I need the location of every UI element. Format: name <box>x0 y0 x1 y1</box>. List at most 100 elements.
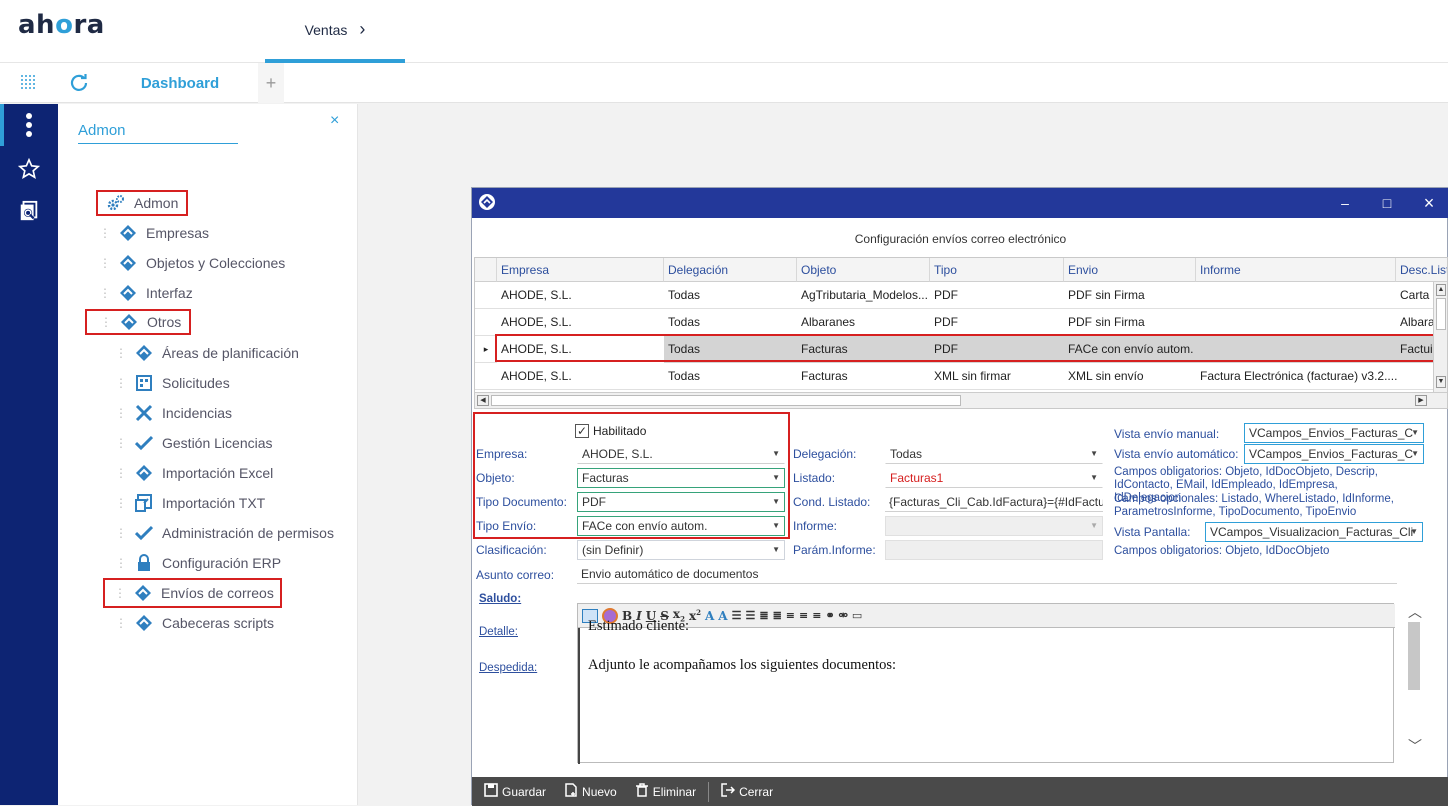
sidebar-item-admon[interactable]: Admon <box>96 190 189 216</box>
saludo-link[interactable]: Saludo: <box>479 593 521 605</box>
column-header-delegacion[interactable]: Delegación <box>664 258 797 282</box>
param-informe-input[interactable] <box>885 540 1103 560</box>
drag-handle-icon[interactable]: ⋮ <box>114 346 127 360</box>
sidebar-item-label: Otros <box>147 314 182 330</box>
guardar-button[interactable]: Guardar <box>478 777 552 806</box>
column-header-objeto[interactable]: Objeto <box>797 258 930 282</box>
chevron-down-icon[interactable]: ﹀ <box>1408 736 1422 756</box>
drag-handle-icon[interactable]: ⋮ <box>114 376 127 390</box>
gears-icon <box>106 193 126 213</box>
drag-handle-icon[interactable]: ⋮ <box>114 526 127 540</box>
sidebar-item-import-excel[interactable]: ⋮ Importación Excel <box>114 458 273 488</box>
cell: XML sin envío <box>1068 369 1144 383</box>
grid-vertical-scrollbar[interactable]: ▲ ▼ <box>1433 282 1447 392</box>
column-header-envio[interactable]: Envio <box>1064 258 1196 282</box>
close-icon[interactable]: × <box>330 112 339 130</box>
clasificacion-select[interactable]: (sin Definir) ▼ <box>577 540 785 560</box>
drag-handle-icon[interactable]: ⋮ <box>98 226 111 240</box>
more-vertical-icon[interactable] <box>0 110 58 140</box>
sidebar-item-licencias[interactable]: ⋮ Gestión Licencias <box>114 428 273 458</box>
cerrar-button[interactable]: Cerrar <box>715 777 779 806</box>
despedida-link[interactable]: Despedida: <box>479 662 537 674</box>
table-row[interactable]: AHODE, S.L. Todas AgTributaria_Modelos..… <box>475 282 1433 309</box>
delegacion-select[interactable]: Todas ▼ <box>885 444 1103 464</box>
drag-handle-icon[interactable]: ⋮ <box>114 556 127 570</box>
tab-ventas[interactable]: Ventas › <box>265 0 405 63</box>
asunto-input[interactable]: Envio automático de documentos <box>577 564 1397 584</box>
cond-listado-input[interactable]: {Facturas_Cli_Cab.IdFactura}={#IdFactur <box>885 492 1103 512</box>
tipo-envio-select[interactable]: FACe con envío autom. ▼ <box>577 516 785 536</box>
x-icon <box>134 403 154 423</box>
sidebar-item-areas[interactable]: ⋮ Áreas de planificación <box>114 338 299 368</box>
check-icon <box>134 433 154 453</box>
sidebar-item-permisos[interactable]: ⋮ Administración de permisos <box>114 518 334 548</box>
sidebar-item-objetos[interactable]: ⋮ Objetos y Colecciones <box>98 248 285 278</box>
add-tab-button[interactable]: + <box>258 63 284 103</box>
vista-manual-select[interactable]: VCampos_Envios_Facturas_C ▼ <box>1244 423 1424 443</box>
sidebar-item-otros[interactable]: ⋮ Otros <box>85 309 192 335</box>
scroll-up-icon[interactable]: ▲ <box>1436 284 1446 296</box>
drag-handle-icon[interactable]: ⋮ <box>99 315 112 329</box>
sidebar-item-cabeceras[interactable]: ⋮ Cabeceras scripts <box>114 608 274 638</box>
drag-handle-icon[interactable]: ⋮ <box>113 586 126 600</box>
chevron-down-icon: ▼ <box>1090 473 1098 482</box>
column-header-desc-listado[interactable]: Desc.List <box>1396 258 1447 282</box>
sidebar-item-incidencias[interactable]: ⋮ Incidencias <box>114 398 232 428</box>
listado-select[interactable]: Facturas1 ▼ <box>885 468 1103 488</box>
scroll-right-icon[interactable]: ▶ <box>1415 395 1427 406</box>
chevron-up-icon[interactable]: ︿ <box>1408 602 1422 622</box>
table-row[interactable]: AHODE, S.L. Todas Albaranes PDF PDF sin … <box>475 309 1433 336</box>
email-config-dialog: – □ × Configuración envíos correo electr… <box>471 187 1448 806</box>
table-row[interactable]: AHODE, S.L. Todas Facturas XML sin firma… <box>475 363 1433 390</box>
nuevo-button[interactable]: Nuevo <box>558 777 623 806</box>
editor-scrollbar[interactable]: ︿ ﹀ <box>1404 598 1424 763</box>
column-header-tipo[interactable]: Tipo <box>930 258 1064 282</box>
chevron-down-icon: ▼ <box>1411 428 1419 437</box>
sidebar-item-interfaz[interactable]: ⋮ Interfaz <box>98 278 193 308</box>
scroll-left-icon[interactable]: ◀ <box>477 395 489 406</box>
editor-body[interactable]: Estimado cliente: Adjunto le acompañamos… <box>588 618 896 674</box>
close-button[interactable]: × <box>1409 188 1448 218</box>
drag-handle-icon[interactable]: ⋮ <box>114 436 127 450</box>
ahora-icon <box>133 583 153 603</box>
drag-handle-icon[interactable]: ⋮ <box>114 496 127 510</box>
drag-handle-icon[interactable]: ⋮ <box>98 286 111 300</box>
objeto-value: Facturas <box>582 471 629 485</box>
drag-handle-icon[interactable]: ⋮ <box>114 466 127 480</box>
drag-handle-icon[interactable]: ⋮ <box>114 616 127 630</box>
sidebar-item-config-erp[interactable]: ⋮ Configuración ERP <box>114 548 281 578</box>
detalle-link[interactable]: Detalle: <box>479 626 518 638</box>
minimize-button[interactable]: – <box>1325 188 1365 218</box>
vista-pantalla-select[interactable]: VCampos_Visualizacion_Facturas_Cli ▼ <box>1205 522 1423 542</box>
table-row-selected[interactable]: ▸ AHODE, S.L. Todas Facturas PDF FACe co… <box>475 336 1433 363</box>
sidebar-item-envios-correos[interactable]: ⋮ Envíos de correos <box>103 578 282 608</box>
tab-dashboard[interactable]: Dashboard <box>100 63 260 103</box>
star-icon[interactable] <box>0 154 58 184</box>
chevron-down-icon: ▼ <box>1411 449 1419 458</box>
rich-text-editor[interactable]: B I U S x2 x2 A A ☰ ☰ ≣ ≣ ≡ ≡ ≡ ⚭ ⚮ ▭ Es… <box>577 603 1395 764</box>
sidebar-search-input[interactable]: Admon <box>78 122 238 144</box>
sidebar-item-import-txt[interactable]: ⋮ Importación TXT <box>114 488 265 518</box>
cell: PDF <box>934 315 958 329</box>
scroll-down-icon[interactable]: ▼ <box>1436 376 1446 388</box>
informe-select[interactable]: ▼ <box>885 516 1103 536</box>
dialog-titlebar[interactable]: – □ × <box>472 188 1448 218</box>
tipo-documento-select[interactable]: PDF ▼ <box>577 492 785 512</box>
vista-auto-select[interactable]: VCampos_Envios_Facturas_C ▼ <box>1244 444 1424 464</box>
ahora-logo[interactable]: ahora <box>18 10 105 40</box>
column-header-informe[interactable]: Informe <box>1196 258 1396 282</box>
sidebar-item-empresas[interactable]: ⋮ Empresas <box>98 218 209 248</box>
column-header-empresa[interactable]: Empresa <box>497 258 664 282</box>
drag-handle-icon[interactable]: ⋮ <box>114 406 127 420</box>
drag-handle-icon[interactable]: ⋮ <box>98 256 111 270</box>
cell <box>1196 282 1396 309</box>
habilitado-checkbox[interactable]: ✓ <box>575 424 589 438</box>
document-search-icon[interactable] <box>0 196 58 226</box>
empresa-select[interactable]: AHODE, S.L. ▼ <box>577 444 785 464</box>
objeto-select[interactable]: Facturas ▼ <box>577 468 785 488</box>
eliminar-button[interactable]: Eliminar <box>629 777 702 806</box>
left-rail <box>0 104 58 805</box>
sidebar-item-solicitudes[interactable]: ⋮ Solicitudes <box>114 368 230 398</box>
maximize-button[interactable]: □ <box>1367 188 1407 218</box>
grid-horizontal-scrollbar[interactable]: ◀ ▶ <box>475 392 1447 408</box>
